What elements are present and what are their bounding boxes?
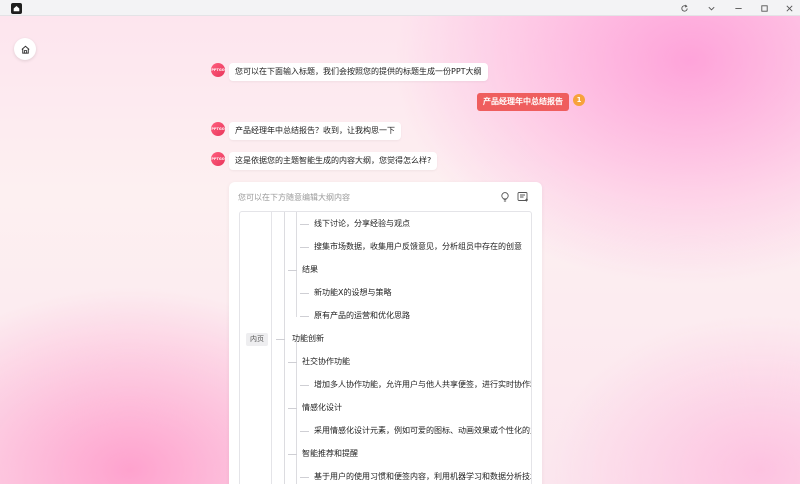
outline-node[interactable]: 线下讨论，分享经验与观点 (314, 218, 410, 230)
outline-node[interactable]: 智能推荐和提醒 (302, 448, 358, 460)
tree-connector (300, 316, 309, 317)
section-column: 内页 (240, 212, 272, 484)
home-icon (21, 45, 29, 54)
outline-tree: 内页 线下讨论，分享经验与观点 搜集市场数据，收集用户反馈意见，分析组员中存在的… (239, 211, 532, 484)
title-bar (0, 0, 800, 16)
home-button[interactable] (14, 38, 36, 60)
tree-connector (300, 293, 309, 294)
outline-node[interactable]: 新功能X的设想与策略 (314, 287, 391, 299)
tree-connector (288, 454, 297, 455)
tree-connector (288, 408, 297, 409)
scroll-down-icon[interactable] (514, 472, 522, 482)
tree-connector (300, 431, 309, 432)
edit-list-icon[interactable] (517, 191, 529, 203)
tree-connector (300, 247, 309, 248)
assistant-avatar: PPTGO (211, 63, 225, 77)
tree-connector (288, 270, 297, 271)
outline-node[interactable]: 社交协作功能 (302, 356, 350, 368)
app-tab[interactable] (6, 0, 26, 16)
refresh-icon[interactable] (671, 0, 697, 16)
tree-connector (300, 385, 309, 386)
section-tag[interactable]: 内页 (246, 333, 268, 346)
outline-node[interactable]: 增加多人协作功能，允许用户与他人共享便签，进行实时协作和 (314, 379, 531, 391)
assistant-message: 这是依据您的主题智能生成的内容大纲，您觉得怎么样? (229, 152, 438, 170)
outline-node[interactable]: 功能创新 (292, 333, 324, 345)
outline-card: 您可以在下方随意编辑大纲内容 内页 线下讨论，分享经验与观点 搜集市场数据，收集… (229, 182, 542, 484)
lightbulb-icon[interactable] (499, 191, 511, 203)
user-message: 产品经理年中总结报告 (477, 93, 569, 111)
outline-node[interactable]: 基于用户的使用习惯和便签内容，利用机器学习和数据分析技术 (314, 471, 531, 483)
outline-node[interactable]: 结果 (302, 264, 318, 276)
tree-connector (300, 477, 309, 478)
minimize-icon[interactable] (725, 0, 751, 16)
message-badge: 1 (573, 94, 585, 106)
assistant-avatar: PPTGO (211, 122, 225, 136)
assistant-message: 产品经理年中总结报告？收到，让我构思一下 (229, 122, 401, 140)
outline-node[interactable]: 情感化设计 (302, 402, 342, 414)
tree-connector (300, 224, 309, 225)
close-icon[interactable] (776, 0, 800, 16)
outline-node[interactable]: 搜集市场数据，收集用户反馈意见，分析组员中存在的创意 (314, 241, 522, 253)
assistant-avatar: PPTGO (211, 152, 225, 166)
outline-node[interactable]: 采用情感化设计元素，例如可爱的图标、动画效果或个性化的主 (314, 425, 531, 437)
chevron-down-icon[interactable] (698, 0, 724, 16)
tree-connector (296, 212, 297, 317)
maximize-icon[interactable] (751, 0, 777, 16)
assistant-message: 您可以在下面输入标题，我们会按照您的提供的标题生成一份PPT大纲 (229, 63, 488, 81)
outline-node[interactable]: 原有产品的运营和优化思路 (314, 310, 410, 322)
tree-connector (284, 212, 285, 484)
tree-connector (276, 339, 285, 340)
tree-connector (288, 362, 297, 363)
app-logo-icon (10, 2, 22, 14)
outline-hint: 您可以在下方随意编辑大纲内容 (238, 193, 350, 202)
